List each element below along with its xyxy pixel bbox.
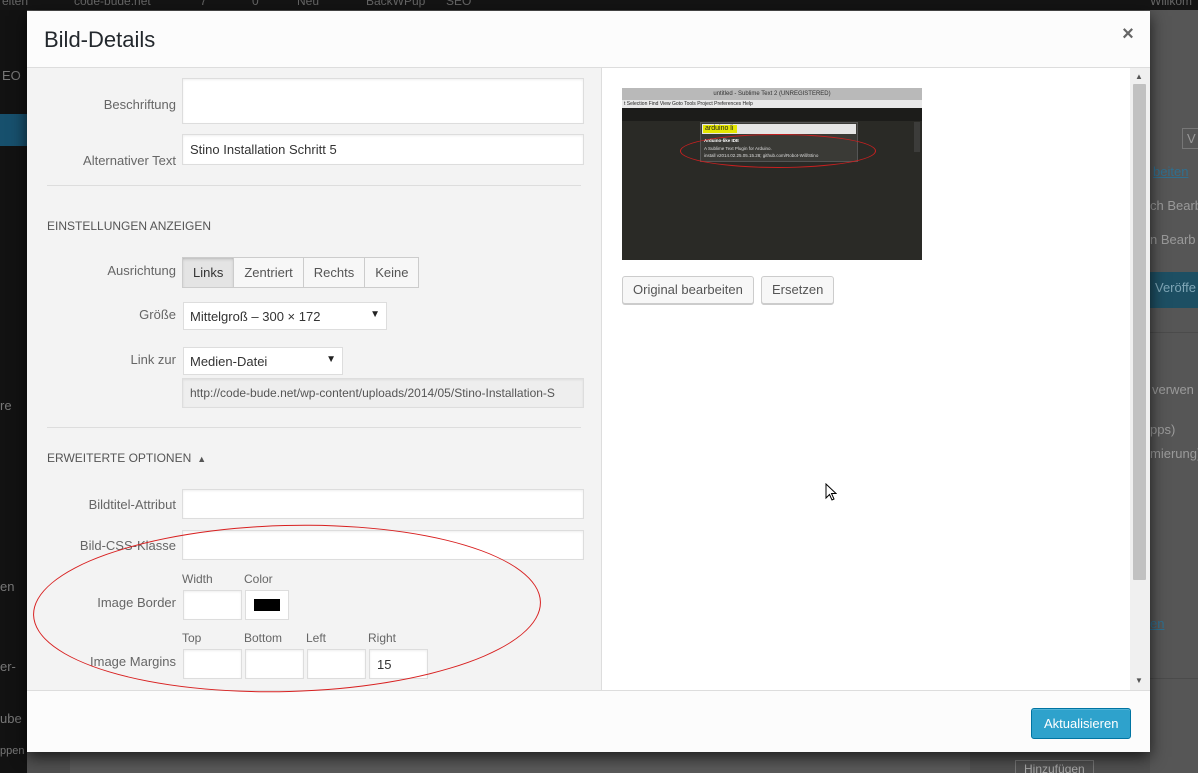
update-button[interactable]: Aktualisieren xyxy=(1031,708,1132,739)
advanced-options-toggle[interactable]: ERWEITERTE OPTIONEN ▲ xyxy=(47,451,206,465)
side-menu-fragment: EO xyxy=(2,68,21,83)
right-panel-divider xyxy=(1150,332,1198,333)
border-color-picker[interactable] xyxy=(245,590,289,620)
adminbar-new: Neu xyxy=(297,0,320,8)
right-panel-fragment: n Bearb xyxy=(1150,232,1196,247)
margin-left-label: Left xyxy=(306,631,327,645)
link-to-select-value: Medien-Datei xyxy=(190,354,268,369)
alt-text-input[interactable] xyxy=(182,134,584,165)
thumb-query-text: arduino li xyxy=(703,125,737,133)
admin-bar: eiten code-bude.net 7 0 Neu BackWPup SEO… xyxy=(0,0,1198,10)
side-menu-fragment: ube xyxy=(0,711,22,726)
right-panel-divider xyxy=(1150,678,1198,679)
size-select-value: Mittelgroß – 300 × 172 xyxy=(190,309,321,324)
link-to-label: Link zur xyxy=(130,352,176,367)
margin-right-label: Right xyxy=(368,631,397,645)
section-divider xyxy=(47,185,581,186)
triangle-up-icon: ▲ xyxy=(197,454,207,464)
scrollbar-thumb[interactable] xyxy=(1133,84,1146,580)
adminbar-item: eiten xyxy=(2,0,29,8)
advanced-options-heading: ERWEITERTE OPTIONEN xyxy=(47,451,192,465)
alt-text-label: Alternativer Text xyxy=(83,153,176,168)
thumb-titlebar: untitled - Sublime Text 2 (UNREGISTERED) xyxy=(622,88,922,100)
image-margins-label: Image Margins xyxy=(90,654,176,669)
admin-right-panel: V beiten ch Bearb n Bearb Veröffe verwen… xyxy=(1015,10,1198,773)
thumb-red-circle xyxy=(680,134,876,168)
replace-button[interactable]: Ersetzen xyxy=(761,276,835,304)
adminbar-updates-count: 7 xyxy=(200,0,207,8)
adminbar-comments-count: 0 xyxy=(252,0,259,8)
side-menu-fragment: en xyxy=(0,579,15,594)
display-settings-heading: EINSTELLUNGEN ANZEIGEN xyxy=(47,219,212,233)
right-panel-fragment: pps) xyxy=(1150,422,1176,437)
margin-bottom-label: Bottom xyxy=(244,631,283,645)
publish-button: Veröffe xyxy=(1150,272,1198,308)
size-label: Größe xyxy=(139,307,176,322)
css-class-input[interactable] xyxy=(182,530,584,560)
image-preview-panel: untitled - Sublime Text 2 (UNREGISTERED)… xyxy=(603,68,1150,690)
thumb-scrollbar xyxy=(914,122,920,152)
add-button: Hinzufügen xyxy=(1015,760,1094,773)
size-select[interactable]: Mittelgroß – 300 × 172 ▼ xyxy=(183,302,387,330)
right-panel-fragment: verwen xyxy=(1152,382,1194,397)
adminbar-backwpup: BackWPup xyxy=(366,0,426,8)
alignment-label: Ausrichtung xyxy=(107,263,176,278)
right-panel-fragment: mierung) xyxy=(1150,446,1198,461)
border-width-label: Width xyxy=(182,572,213,586)
adminbar-seo: SEO xyxy=(446,0,472,8)
image-border-label: Image Border xyxy=(97,595,176,610)
right-panel-link: beiten xyxy=(1153,164,1189,179)
align-center-button[interactable]: Zentriert xyxy=(233,257,304,288)
dropdown-arrow-icon: ▼ xyxy=(370,309,380,320)
align-right-button[interactable]: Rechts xyxy=(302,257,366,288)
image-settings-panel: Beschriftung Alternativer Text EINSTELLU… xyxy=(27,68,602,690)
adminbar-site-name: code-bude.net xyxy=(74,0,151,8)
mouse-cursor-icon xyxy=(825,483,837,501)
thumb-tabbar xyxy=(622,108,922,121)
scroll-down-icon[interactable]: ▼ xyxy=(1135,676,1143,685)
image-thumbnail: untitled - Sublime Text 2 (UNREGISTERED)… xyxy=(622,88,922,260)
align-left-button[interactable]: Links xyxy=(182,257,235,288)
caption-label: Beschriftung xyxy=(103,97,176,112)
css-class-label: Bild-CSS-Klasse xyxy=(79,538,176,553)
side-menu-fragment: er- xyxy=(0,659,16,674)
right-panel-fragment: V xyxy=(1182,128,1198,149)
dropdown-arrow-icon: ▼ xyxy=(326,354,336,365)
color-swatch xyxy=(254,599,280,611)
edit-original-button[interactable]: Original bearbeiten xyxy=(622,276,754,304)
border-color-label: Color xyxy=(244,572,273,586)
link-to-select[interactable]: Medien-Datei ▼ xyxy=(183,347,343,375)
border-width-input[interactable] xyxy=(183,590,242,620)
margin-top-label: Top xyxy=(182,631,202,645)
modal-scrollbar[interactable]: ▲ ▼ xyxy=(1130,68,1150,690)
link-url-input[interactable] xyxy=(182,378,584,408)
margin-left-input[interactable] xyxy=(307,649,366,679)
adminbar-welcome: Willkom xyxy=(1150,0,1192,8)
side-menu-fragment: ppen xyxy=(0,745,25,757)
margin-bottom-input[interactable] xyxy=(245,649,304,679)
admin-side-menu: EO re en er- ube ppen xyxy=(0,10,27,773)
title-attribute-label: Bildtitel-Attribut xyxy=(88,497,176,512)
right-panel-fragment: ch Bearb xyxy=(1150,198,1198,213)
scroll-up-icon[interactable]: ▲ xyxy=(1135,72,1143,81)
modal-title: Bild-Details xyxy=(44,27,156,52)
caption-textarea[interactable] xyxy=(182,78,584,124)
right-panel-link: en xyxy=(1150,616,1165,631)
image-details-modal: Bild-Details × Beschriftung Alternativer… xyxy=(27,11,1150,752)
thumb-menubar: t Selection Find View Goto Tools Project… xyxy=(622,100,922,108)
margin-right-input[interactable] xyxy=(369,649,428,679)
margin-top-input[interactable] xyxy=(183,649,242,679)
modal-header: Bild-Details × xyxy=(27,11,1150,68)
side-menu-fragment: re xyxy=(0,398,12,413)
modal-footer: Aktualisieren xyxy=(27,690,1150,752)
title-attribute-input[interactable] xyxy=(182,489,584,519)
alignment-button-group: Links Zentriert Rechts Keine xyxy=(182,257,420,288)
admin-bottom-area xyxy=(70,752,970,773)
side-menu-active-item xyxy=(0,114,27,146)
section-divider xyxy=(47,427,581,428)
align-none-button[interactable]: Keine xyxy=(364,257,420,288)
close-icon[interactable]: × xyxy=(1113,21,1143,51)
